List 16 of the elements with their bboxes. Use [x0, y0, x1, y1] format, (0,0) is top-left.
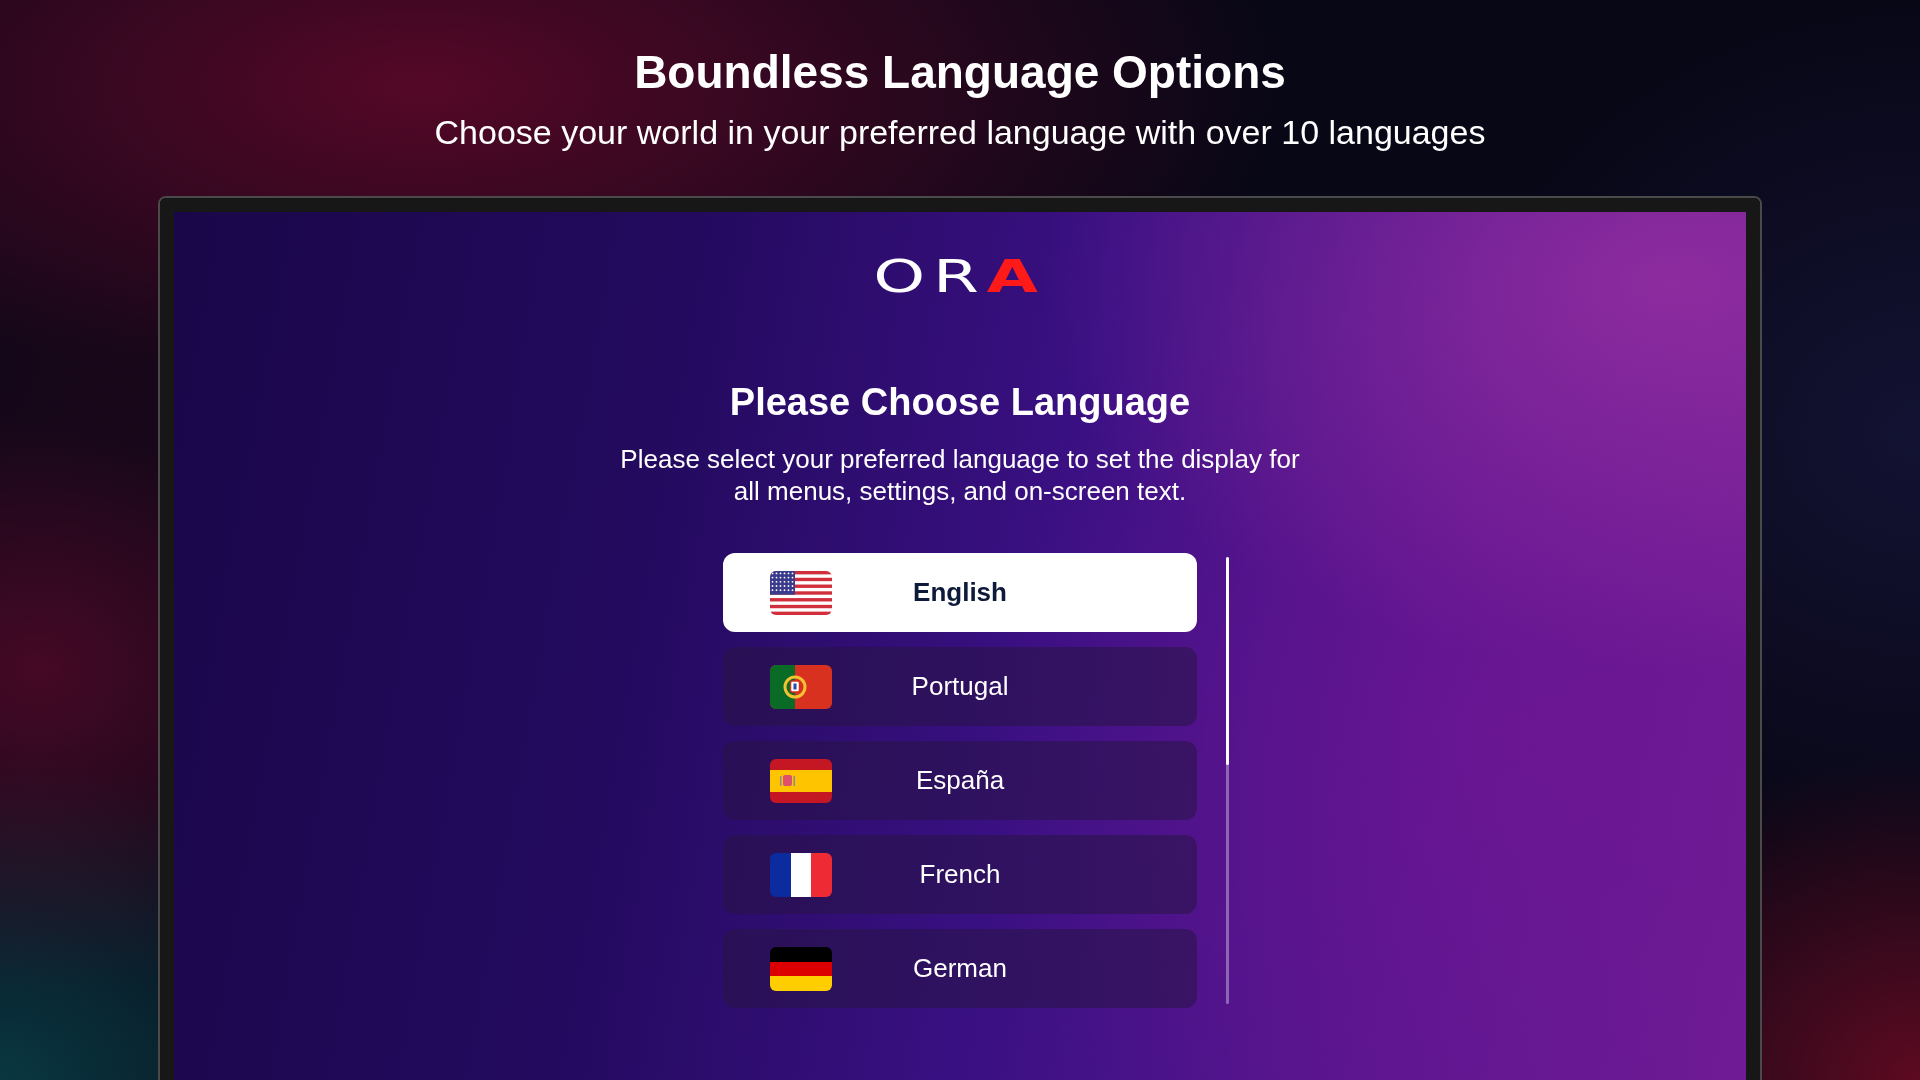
language-option[interactable]: French	[723, 835, 1197, 914]
language-option[interactable]: Portugal	[723, 647, 1197, 726]
page-subtitle: Choose your world in your preferred language with over 10 languages	[434, 112, 1486, 152]
germany-flag-icon	[770, 946, 832, 991]
spain-flag-icon	[770, 758, 832, 803]
scrollbar-thumb[interactable]	[1226, 557, 1229, 765]
language-option[interactable]: España	[723, 741, 1197, 820]
portugal-flag-icon	[770, 664, 832, 709]
language-option[interactable]: German	[723, 929, 1197, 1008]
us-flag-icon	[770, 570, 832, 615]
france-flag-icon	[770, 852, 832, 897]
page-title: Boundless Language Options	[634, 45, 1286, 100]
logo-text: ORA	[873, 252, 1047, 302]
language-option[interactable]: English	[723, 553, 1197, 632]
screen-description: Please select your preferred language to set the display for all menus, settings, and on-screen text.	[619, 443, 1301, 507]
screen-title: Please Choose Language	[729, 380, 1191, 425]
